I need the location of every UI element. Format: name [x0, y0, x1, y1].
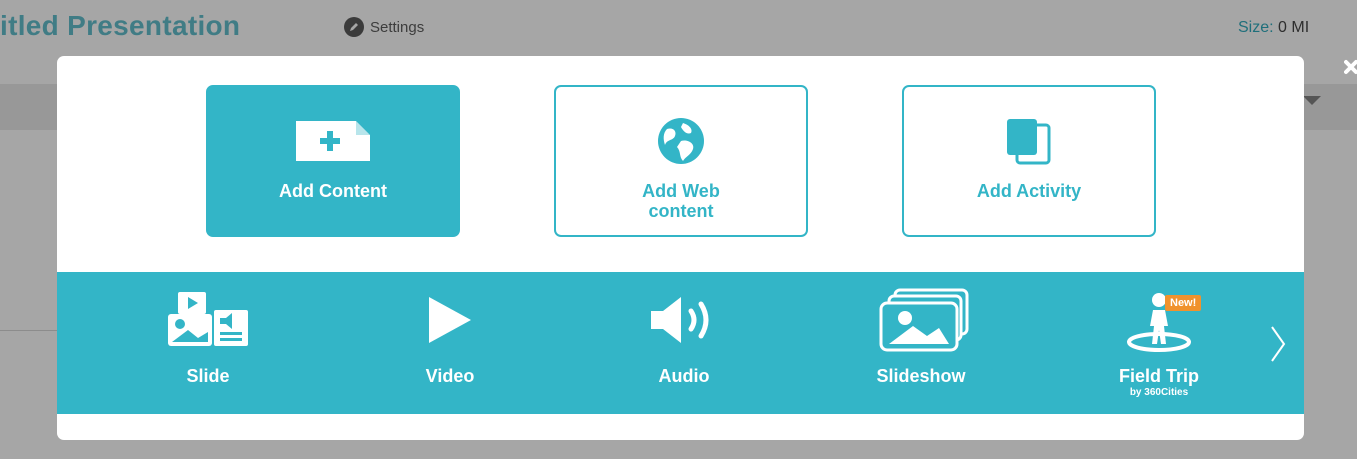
card-label: Add Web — [642, 181, 720, 201]
play-icon — [427, 288, 473, 352]
media-label: Field Trip — [1118, 366, 1199, 386]
media-label: Slide — [186, 366, 230, 386]
divider — [0, 330, 58, 331]
close-icon[interactable] — [1344, 56, 1357, 87]
add-content-modal: Add Content Add Web content Add Activity — [57, 56, 1304, 440]
dropdown-caret-icon[interactable] — [1303, 96, 1321, 105]
add-web-content-card[interactable]: Add Web content — [554, 85, 808, 237]
presentation-title[interactable]: itled Presentation — [0, 10, 240, 42]
pencil-icon — [344, 17, 364, 37]
size-indicator: Size: 0 MI — [1238, 19, 1309, 37]
media-item-video[interactable]: Video — [370, 288, 530, 408]
activity-icon — [1005, 117, 1053, 165]
slide-icon — [160, 288, 256, 352]
size-value: 0 MI — [1278, 19, 1310, 36]
card-label: Add Content — [279, 181, 387, 201]
media-item-field-trip[interactable]: New! Field Trip by 360Cities — [1079, 288, 1239, 408]
card-label: Add Activity — [976, 181, 1082, 201]
media-label: Slideshow — [876, 366, 966, 386]
settings-button[interactable]: Settings — [344, 17, 424, 37]
app-header: itled Presentation Settings Size: 0 MI — [0, 0, 1357, 58]
add-page-icon — [296, 117, 370, 165]
card-sub-label: content — [648, 201, 714, 221]
settings-label: Settings — [370, 18, 425, 36]
globe-icon — [657, 117, 705, 165]
slideshow-icon — [865, 288, 977, 352]
size-label: Size: — [1238, 19, 1274, 36]
media-type-bar: Slide Video Audio Slideshow New! Field T… — [57, 272, 1304, 414]
new-badge: New! — [1165, 295, 1202, 311]
media-item-slideshow[interactable]: Slideshow — [841, 288, 1001, 408]
chevron-right-icon[interactable] — [1269, 324, 1287, 369]
media-item-slide[interactable]: Slide — [128, 288, 288, 408]
speaker-icon — [647, 288, 721, 352]
add-content-card[interactable]: Add Content — [206, 85, 460, 237]
media-sub-label: by 360Cities — [1129, 387, 1189, 398]
media-item-audio[interactable]: Audio — [604, 288, 764, 408]
media-label: Video — [425, 366, 475, 386]
add-activity-card[interactable]: Add Activity — [902, 85, 1156, 237]
media-label: Audio — [658, 366, 710, 386]
